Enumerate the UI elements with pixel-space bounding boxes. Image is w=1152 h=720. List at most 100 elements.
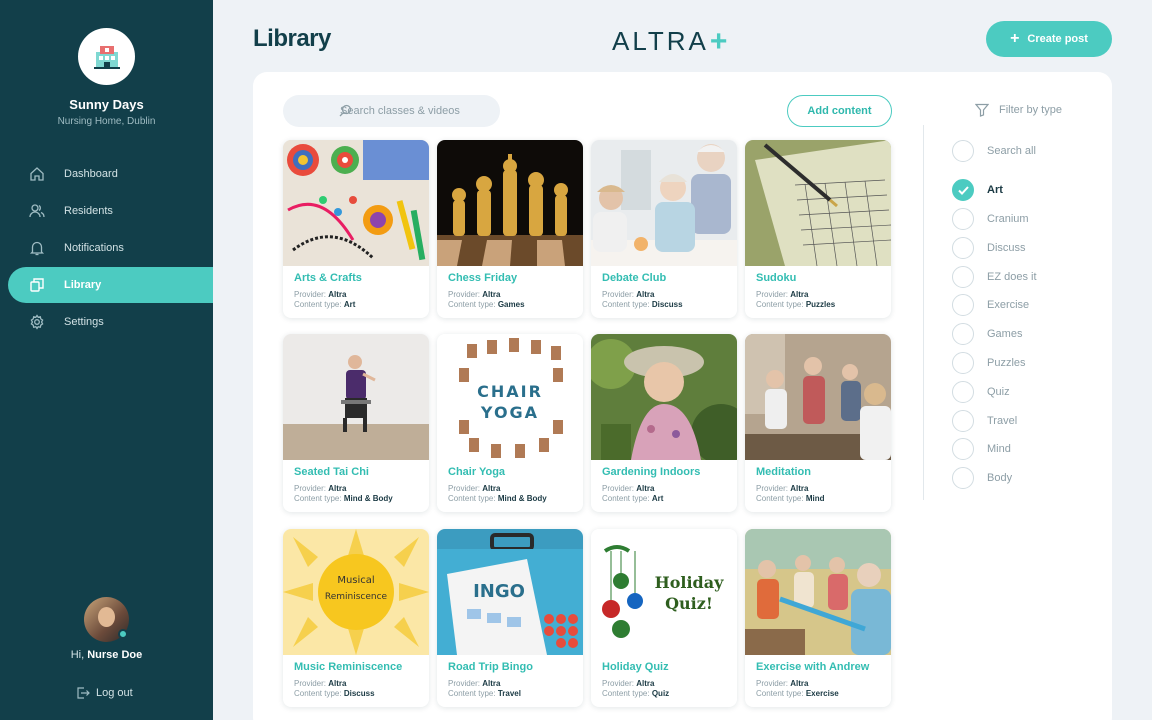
filter-option-puzzles[interactable]: Puzzles (952, 352, 1026, 374)
chair-yoga-line1: CHAIR (477, 382, 543, 401)
radio-button[interactable] (952, 323, 974, 345)
filter-divider (923, 125, 924, 500)
radio-button[interactable] (952, 294, 974, 316)
logout-icon (76, 686, 90, 700)
card-content-type: Content type: Quiz (602, 689, 670, 698)
filter-option-cranium[interactable]: Cranium (952, 208, 1029, 230)
add-content-button[interactable]: Add content (787, 95, 892, 127)
card-provider: Provider: Altra (756, 290, 809, 299)
filter-option-discuss[interactable]: Discuss (952, 237, 1026, 259)
card-content-type: Content type: Mind & Body (448, 494, 547, 503)
content-card[interactable]: Musical Reminiscence Music Reminiscence … (283, 529, 429, 707)
content-card[interactable]: Holiday Quiz! Holiday Quiz Provider: Alt… (591, 529, 737, 707)
chair-yoga-line2: YOGA (480, 403, 539, 422)
card-image: CHAIR YOGA (437, 334, 583, 460)
content-card[interactable]: CHAIR YOGA Chair Yoga Provider: Altra Co… (437, 334, 583, 512)
sidebar-item-settings[interactable]: Settings (0, 304, 213, 340)
content-card[interactable]: Meditation Provider: Altra Content type:… (745, 334, 891, 512)
user-name: Nurse Doe (87, 649, 143, 661)
content-card[interactable]: INGO Road Trip Bingo Provider: Altra Con… (437, 529, 583, 707)
filter-option-body[interactable]: Body (952, 467, 1012, 489)
card-title: Debate Club (602, 272, 667, 284)
card-title: Gardening Indoors (602, 466, 701, 478)
card-content-type: Content type: Exercise (756, 689, 839, 698)
sidebar-item-residents[interactable]: Residents (0, 193, 213, 229)
content-card[interactable]: Gardening Indoors Provider: Altra Conten… (591, 334, 737, 512)
card-image: Holiday Quiz! (591, 529, 737, 655)
card-provider: Provider: Altra (602, 484, 655, 493)
radio-button[interactable] (952, 179, 974, 201)
filter-option-travel[interactable]: Travel (952, 410, 1017, 432)
content-card[interactable]: Chess Friday Provider: Altra Content typ… (437, 140, 583, 318)
radio-button[interactable] (952, 381, 974, 403)
sidebar-item-library[interactable]: Library (8, 267, 213, 303)
card-provider: Provider: Altra (448, 290, 501, 299)
bingo-image-text: INGO (473, 581, 525, 602)
org-name: Sunny Days (69, 97, 144, 112)
filter-option-games[interactable]: Games (952, 323, 1022, 345)
card-image: Musical Reminiscence (283, 529, 429, 655)
card-provider: Provider: Altra (294, 484, 347, 493)
filter-icon (975, 103, 989, 117)
gear-icon (28, 313, 46, 331)
card-title: Seated Tai Chi (294, 466, 369, 478)
sidebar: Sunny Days Nursing Home, Dublin Dashboar… (0, 0, 213, 720)
radio-button[interactable] (952, 266, 974, 288)
card-provider: Provider: Altra (448, 679, 501, 688)
online-status-dot (118, 629, 128, 639)
card-content-type: Content type: Art (294, 300, 356, 309)
music-image-line1: Musical (337, 575, 374, 586)
content-card[interactable]: Arts & Crafts Provider: Altra Content ty… (283, 140, 429, 318)
card-title: Sudoku (756, 272, 797, 284)
radio-button[interactable] (952, 237, 974, 259)
filter-option-search-all[interactable]: Search all (952, 140, 1036, 162)
brand-plus: + (709, 24, 731, 58)
create-post-button[interactable]: + Create post (986, 21, 1112, 57)
radio-button[interactable] (952, 438, 974, 460)
page-title: Library (253, 25, 331, 52)
card-content-type: Content type: Mind & Body (294, 494, 393, 503)
radio-button[interactable] (952, 208, 974, 230)
sidebar-item-dashboard[interactable]: Dashboard (0, 156, 213, 192)
org-subtitle: Nursing Home, Dublin (57, 116, 156, 127)
sidebar-nav: Dashboard Residents Notifications Librar… (0, 156, 213, 341)
card-title: Road Trip Bingo (448, 661, 533, 673)
building-icon (93, 45, 120, 69)
search-input[interactable]: Search classes & videos (283, 95, 500, 127)
org-logo (78, 28, 135, 85)
logout-button[interactable]: Log out (76, 686, 133, 700)
content-card[interactable]: Debate Club Provider: Altra Content type… (591, 140, 737, 318)
card-title: Exercise with Andrew (756, 661, 870, 673)
sidebar-item-label: Dashboard (64, 168, 118, 180)
filter-option-art[interactable]: Art (952, 179, 1003, 201)
card-title: Meditation (756, 466, 811, 478)
music-image-line2: Reminiscence (325, 592, 388, 602)
filter-option-exercise[interactable]: Exercise (952, 294, 1029, 316)
card-image (283, 140, 429, 266)
content-card[interactable]: Seated Tai Chi Provider: Altra Content t… (283, 334, 429, 512)
card-image (437, 140, 583, 266)
card-title: Chair Yoga (448, 466, 506, 478)
card-content-type: Content type: Games (448, 300, 525, 309)
sidebar-item-label: Notifications (64, 242, 124, 254)
card-image (283, 334, 429, 460)
radio-button[interactable] (952, 352, 974, 374)
plus-icon: + (1010, 30, 1020, 47)
card-image (745, 334, 891, 460)
filter-by-type[interactable]: Filter by type (975, 103, 1062, 117)
radio-button[interactable] (952, 410, 974, 432)
filter-option-mind[interactable]: Mind (952, 438, 1011, 460)
card-title: Music Reminiscence (294, 661, 403, 673)
create-post-label: Create post (1027, 33, 1088, 45)
filter-option-ez-does-it[interactable]: EZ does it (952, 266, 1037, 288)
content-card[interactable]: Exercise with Andrew Provider: Altra Con… (745, 529, 891, 707)
card-title: Holiday Quiz (602, 661, 669, 673)
sidebar-item-notifications[interactable]: Notifications (0, 230, 213, 266)
filter-option-quiz[interactable]: Quiz (952, 381, 1010, 403)
checkmark-icon (957, 185, 969, 195)
card-provider: Provider: Altra (602, 679, 655, 688)
card-provider: Provider: Altra (448, 484, 501, 493)
radio-button[interactable] (952, 467, 974, 489)
radio-button[interactable] (952, 140, 974, 162)
content-card[interactable]: Sudoku Provider: Altra Content type: Puz… (745, 140, 891, 318)
